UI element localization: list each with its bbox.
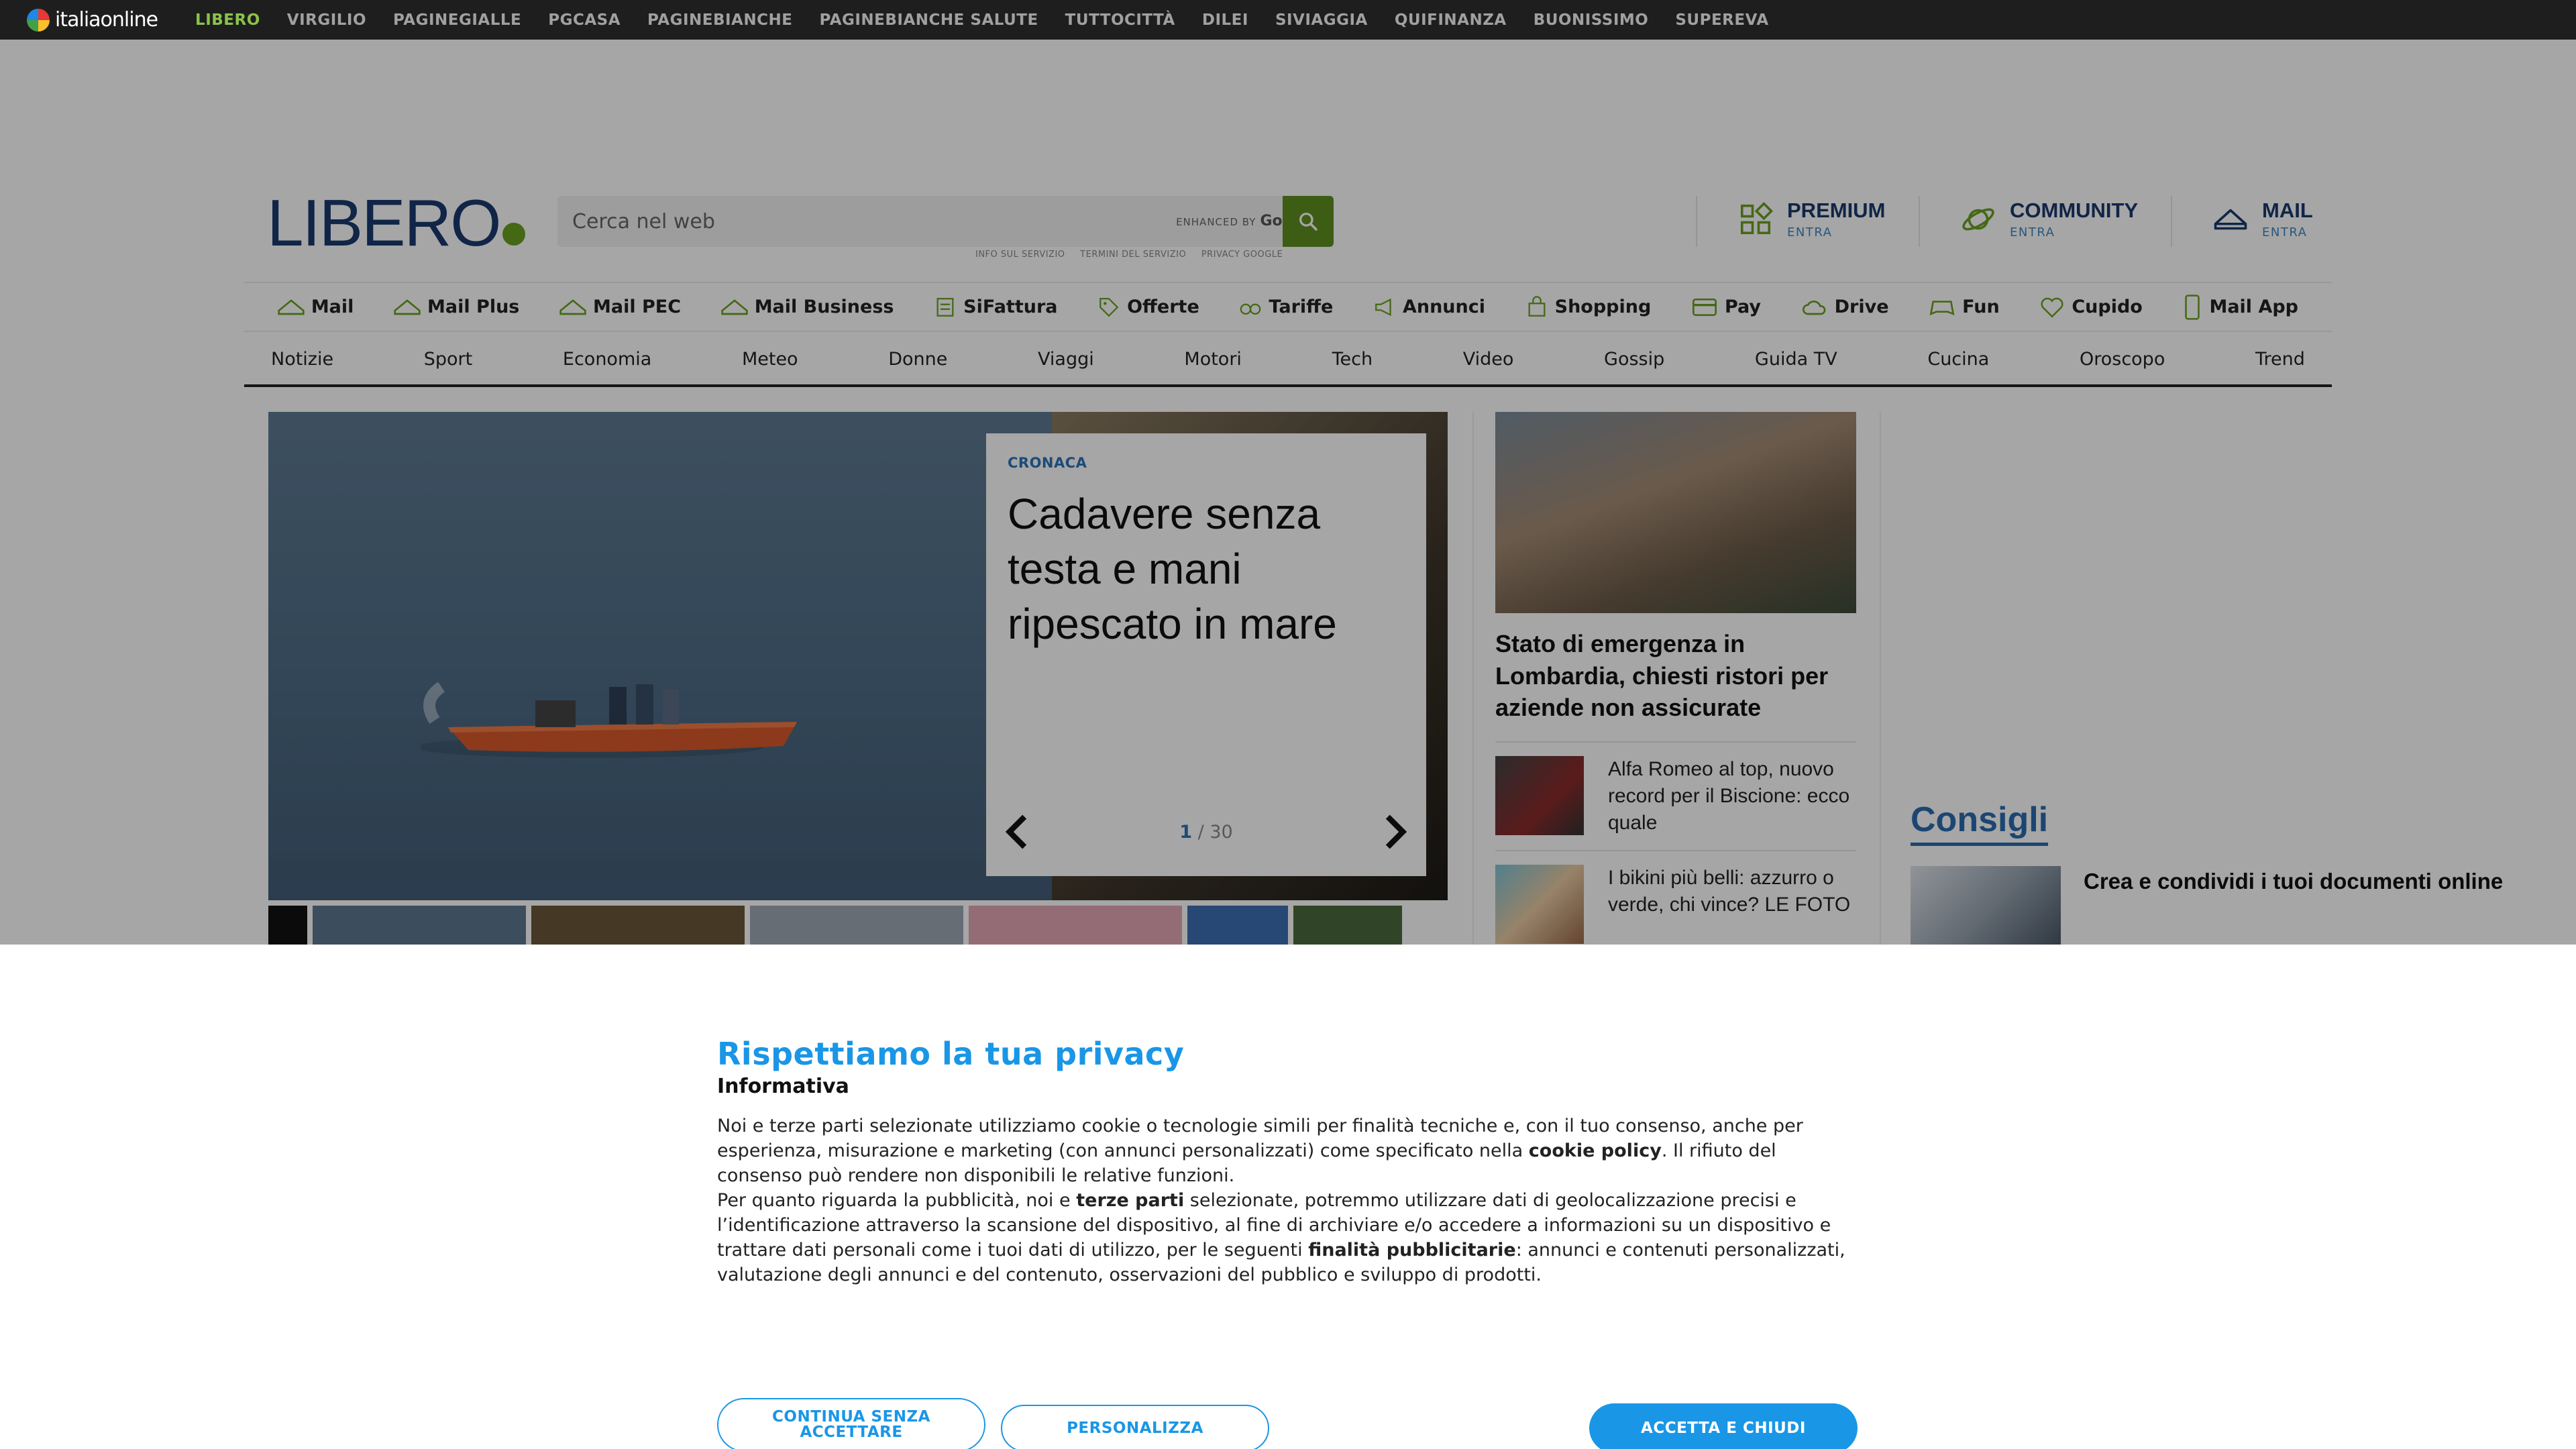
network-link-siviaggia[interactable]: SIVIAGGIA [1275,11,1368,29]
network-link-buonissimo[interactable]: BUONISSIMO [1534,11,1649,29]
cookie-policy-link[interactable]: cookie policy [1529,1140,1662,1161]
consent-buttons: CONTINUA SENZA ACCETTARE PERSONALIZZA AC… [717,1398,1858,1449]
third-parties-link[interactable]: terze parti [1076,1190,1184,1211]
network-link-pgcasa[interactable]: PGCASA [548,11,621,29]
consent-paragraph: Per quanto riguarda la pubblicità, noi e… [717,1189,1845,1285]
ad-purposes-link[interactable]: finalità pubblicitarie [1308,1240,1515,1260]
italiaonline-logo[interactable]: italiaonline [27,8,158,32]
modal-backdrop [0,40,2576,945]
continue-without-accepting-button[interactable]: CONTINUA SENZA ACCETTARE [717,1398,985,1449]
customize-button[interactable]: PERSONALIZZA [1001,1405,1269,1449]
accept-and-close-button[interactable]: ACCETTA E CHIUDI [1589,1403,1858,1449]
network-link-paginebianche[interactable]: PAGINEBIANCHE [647,11,792,29]
network-link-tuttocitta[interactable]: TUTTOCITTÀ [1065,11,1175,29]
consent-content: Rispettiamo la tua privacy Informativa N… [717,1036,1858,1449]
italiaonline-logo-icon [27,8,50,32]
network-bar: italiaonline LIBERO VIRGILIO PAGINEGIALL… [0,0,2576,40]
consent-paragraph: Noi e terze parti selezionate utilizziam… [717,1116,1803,1186]
consent-subtitle: Informativa [717,1075,849,1098]
consent-title: Rispettiamo la tua privacy [717,1036,1185,1072]
network-link-virgilio[interactable]: VIRGILIO [287,11,366,29]
network-link-supereva[interactable]: SUPEREVA [1675,11,1768,29]
network-link-paginebianche-salute[interactable]: PAGINEBIANCHE SALUTE [819,11,1038,29]
network-link-libero[interactable]: LIBERO [195,11,260,29]
network-link-dilei[interactable]: DILEI [1202,11,1248,29]
cookie-consent-banner: Rispettiamo la tua privacy Informativa N… [0,945,2576,1449]
consent-text: Noi e terze parti selezionate utilizziam… [717,1114,1858,1295]
network-link-quifinanza[interactable]: QUIFINANZA [1395,11,1507,29]
network-link-paginegialle[interactable]: PAGINEGIALLE [393,11,521,29]
